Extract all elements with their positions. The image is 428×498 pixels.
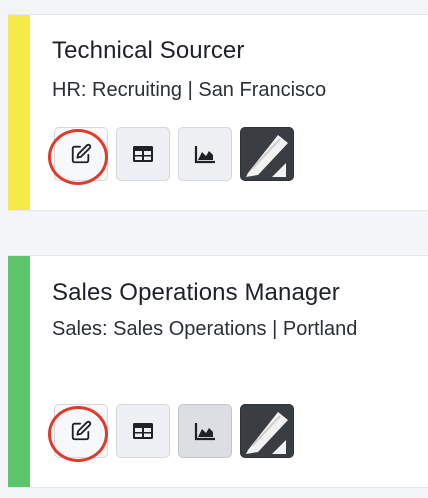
area-chart-icon bbox=[194, 144, 216, 164]
status-stripe bbox=[8, 15, 30, 210]
area-chart-icon bbox=[194, 421, 216, 441]
table-button[interactable] bbox=[116, 127, 170, 181]
job-card: Sales Operations Manager Sales: Sales Op… bbox=[8, 255, 428, 488]
chart-button[interactable] bbox=[178, 404, 232, 458]
job-subtitle: Sales: Sales Operations | Portland bbox=[52, 318, 358, 340]
table-icon bbox=[132, 422, 154, 440]
table-button[interactable] bbox=[116, 404, 170, 458]
job-title[interactable]: Sales Operations Manager bbox=[52, 279, 340, 307]
status-stripe bbox=[8, 256, 30, 487]
job-subtitle: HR: Recruiting | San Francisco bbox=[52, 79, 327, 101]
edit-button[interactable] bbox=[54, 127, 108, 181]
signature-icon bbox=[242, 129, 292, 179]
job-title[interactable]: Technical Sourcer bbox=[52, 37, 244, 65]
signature-button[interactable] bbox=[240, 404, 294, 458]
edit-button[interactable] bbox=[54, 404, 108, 458]
chart-button[interactable] bbox=[178, 127, 232, 181]
edit-icon bbox=[70, 143, 92, 165]
edit-icon bbox=[70, 420, 92, 442]
signature-icon bbox=[242, 406, 292, 456]
job-card: Technical Sourcer HR: Recruiting | San F… bbox=[8, 14, 428, 211]
table-icon bbox=[132, 145, 154, 163]
signature-button[interactable] bbox=[240, 127, 294, 181]
